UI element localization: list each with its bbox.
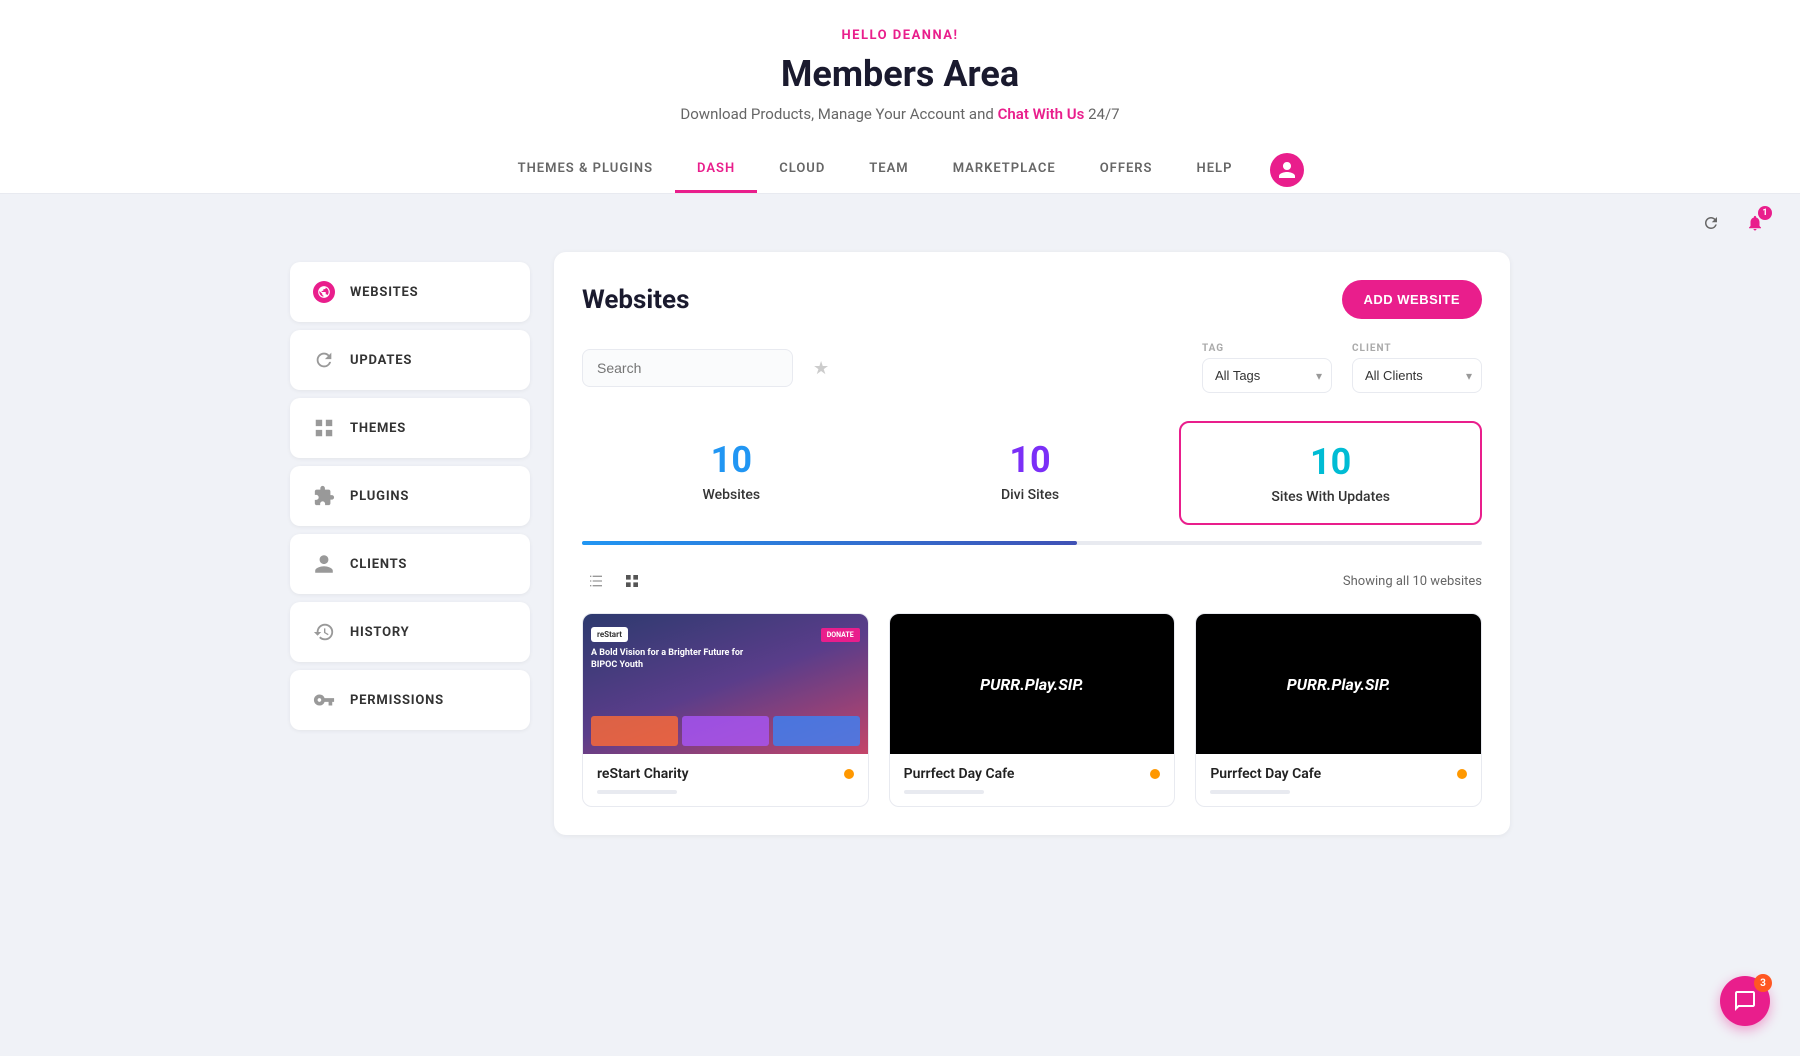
add-website-button[interactable]: ADD WEBSITE <box>1342 280 1483 319</box>
history-icon <box>310 618 338 646</box>
progress-bar <box>582 541 1482 545</box>
tag-filter-label: TAG <box>1202 343 1332 354</box>
stat-divi-number: 10 <box>899 439 1162 481</box>
chat-badge: 3 <box>1754 974 1772 992</box>
tab-cloud[interactable]: CLOUD <box>757 147 847 193</box>
notification-icon[interactable]: 1 <box>1740 208 1770 238</box>
layout-icon <box>310 414 338 442</box>
client-select[interactable]: All Clients <box>1352 358 1482 393</box>
main-nav: THEMES & PLUGINS DASH CLOUD TEAM MARKETP… <box>496 147 1305 193</box>
subtitle-post: 24/7 <box>1088 105 1119 123</box>
subtitle-pre: Download Products, Manage Your Account a… <box>680 105 993 123</box>
sidebar-item-label-plugins: PLUGINS <box>350 489 409 504</box>
stat-divi-label: Divi Sites <box>899 487 1162 503</box>
puzzle-icon <box>310 482 338 510</box>
sidebar-item-label-themes: THEMES <box>350 421 406 436</box>
websites-header: Websites ADD WEBSITE <box>582 280 1482 319</box>
sidebar-item-clients[interactable]: CLIENTS <box>290 534 530 594</box>
stat-divi-sites[interactable]: 10 Divi Sites <box>881 421 1180 525</box>
list-view-icon[interactable] <box>582 567 610 595</box>
sidebar-item-websites[interactable]: WEBSITES <box>290 262 530 322</box>
websites-grid: reStart DONATE A Bold Vision for a Brigh… <box>582 613 1482 807</box>
top-header: HELLO DEANNA! Members Area Download Prod… <box>0 0 1800 194</box>
website-card-restart[interactable]: reStart DONATE A Bold Vision for a Brigh… <box>582 613 869 807</box>
client-filter-label: CLIENT <box>1352 343 1482 354</box>
content-card: Websites ADD WEBSITE ★ TAG All Tags <box>554 252 1510 835</box>
stat-websites[interactable]: 10 Websites <box>582 421 881 525</box>
key-icon <box>310 686 338 714</box>
page-title: Members Area <box>0 53 1800 95</box>
card-bar <box>1210 790 1290 794</box>
view-icons <box>582 567 646 595</box>
chat-link[interactable]: Chat With Us <box>998 105 1085 123</box>
subtitle: Download Products, Manage Your Account a… <box>0 105 1800 123</box>
avatar[interactable] <box>1270 153 1304 187</box>
stat-sites-with-updates[interactable]: 10 Sites With Updates <box>1179 421 1482 525</box>
stat-websites-number: 10 <box>600 439 863 481</box>
tab-team[interactable]: TEAM <box>847 147 930 193</box>
notification-badge: 1 <box>1758 206 1772 220</box>
status-dot-purr-2 <box>1457 769 1467 779</box>
tab-dash[interactable]: DASH <box>675 147 757 193</box>
sidebar-item-updates[interactable]: UPDATES <box>290 330 530 390</box>
card-name-row: Purrfect Day Cafe <box>904 766 1161 782</box>
stat-updates-number: 10 <box>1199 441 1462 483</box>
sidebar-item-label-clients: CLIENTS <box>350 557 407 572</box>
refresh-icon[interactable] <box>1696 208 1726 238</box>
card-name-purr-2: Purrfect Day Cafe <box>1210 766 1321 782</box>
sidebar-item-permissions[interactable]: PERMISSIONS <box>290 670 530 730</box>
card-name-purr-1: Purrfect Day Cafe <box>904 766 1015 782</box>
main-content: Websites ADD WEBSITE ★ TAG All Tags <box>554 252 1510 835</box>
website-card-purr-1[interactable]: PURR.Play.SIP. Purrfect Day Cafe <box>889 613 1176 807</box>
sidebar: WEBSITES UPDATES THEMES PLUGINS CLIENTS <box>290 252 530 835</box>
card-thumbnail-purr-1: PURR.Play.SIP. <box>890 614 1175 754</box>
sidebar-item-label-history: HISTORY <box>350 625 410 640</box>
card-bar <box>904 790 984 794</box>
sidebar-item-label-permissions: PERMISSIONS <box>350 693 444 708</box>
card-name-restart: reStart Charity <box>597 766 689 782</box>
client-filter-group: CLIENT All Clients <box>1352 343 1482 393</box>
globe-icon <box>310 278 338 306</box>
card-body: Purrfect Day Cafe <box>1196 754 1481 806</box>
card-thumbnail-purr-2: PURR.Play.SIP. <box>1196 614 1481 754</box>
card-name-row: reStart Charity <box>597 766 854 782</box>
tab-offers[interactable]: OFFERS <box>1078 147 1175 193</box>
toolbar: 1 <box>0 194 1800 252</box>
nav-tabs: THEMES & PLUGINS DASH CLOUD TEAM MARKETP… <box>0 147 1800 193</box>
stats-row: 10 Websites 10 Divi Sites 10 Sites With … <box>582 421 1482 525</box>
hello-greeting: HELLO DEANNA! <box>0 28 1800 43</box>
grid-view-icon[interactable] <box>618 567 646 595</box>
sidebar-item-label-websites: WEBSITES <box>350 285 418 300</box>
card-bar <box>597 790 677 794</box>
card-body: reStart Charity <box>583 754 868 806</box>
card-thumbnail-restart: reStart DONATE A Bold Vision for a Brigh… <box>583 614 868 754</box>
sidebar-item-themes[interactable]: THEMES <box>290 398 530 458</box>
tab-help[interactable]: HELP <box>1175 147 1255 193</box>
view-controls-row: Showing all 10 websites <box>582 567 1482 595</box>
sidebar-item-plugins[interactable]: PLUGINS <box>290 466 530 526</box>
tab-themes-plugins[interactable]: THEMES & PLUGINS <box>496 147 675 193</box>
search-input[interactable] <box>582 349 793 387</box>
stat-websites-label: Websites <box>600 487 863 503</box>
sidebar-item-history[interactable]: HISTORY <box>290 602 530 662</box>
user-icon <box>310 550 338 578</box>
websites-title: Websites <box>582 285 689 315</box>
star-filter-button[interactable]: ★ <box>807 352 835 385</box>
refresh-icon <box>310 346 338 374</box>
chat-bubble[interactable]: 3 <box>1720 976 1770 1026</box>
card-name-row: Purrfect Day Cafe <box>1210 766 1467 782</box>
tag-select[interactable]: All Tags <box>1202 358 1332 393</box>
sidebar-item-label-updates: UPDATES <box>350 353 412 368</box>
status-dot-purr-1 <box>1150 769 1160 779</box>
stat-updates-label: Sites With Updates <box>1199 489 1462 505</box>
progress-fill <box>582 541 1077 545</box>
filters-row: ★ TAG All Tags CLIENT <box>582 343 1482 393</box>
status-dot-restart <box>844 769 854 779</box>
showing-count: Showing all 10 websites <box>1343 574 1482 589</box>
website-card-purr-2[interactable]: PURR.Play.SIP. Purrfect Day Cafe <box>1195 613 1482 807</box>
tab-marketplace[interactable]: MARKETPLACE <box>931 147 1078 193</box>
card-body: Purrfect Day Cafe <box>890 754 1175 806</box>
tag-filter-group: TAG All Tags <box>1202 343 1332 393</box>
main-layout: WEBSITES UPDATES THEMES PLUGINS CLIENTS <box>260 252 1540 875</box>
